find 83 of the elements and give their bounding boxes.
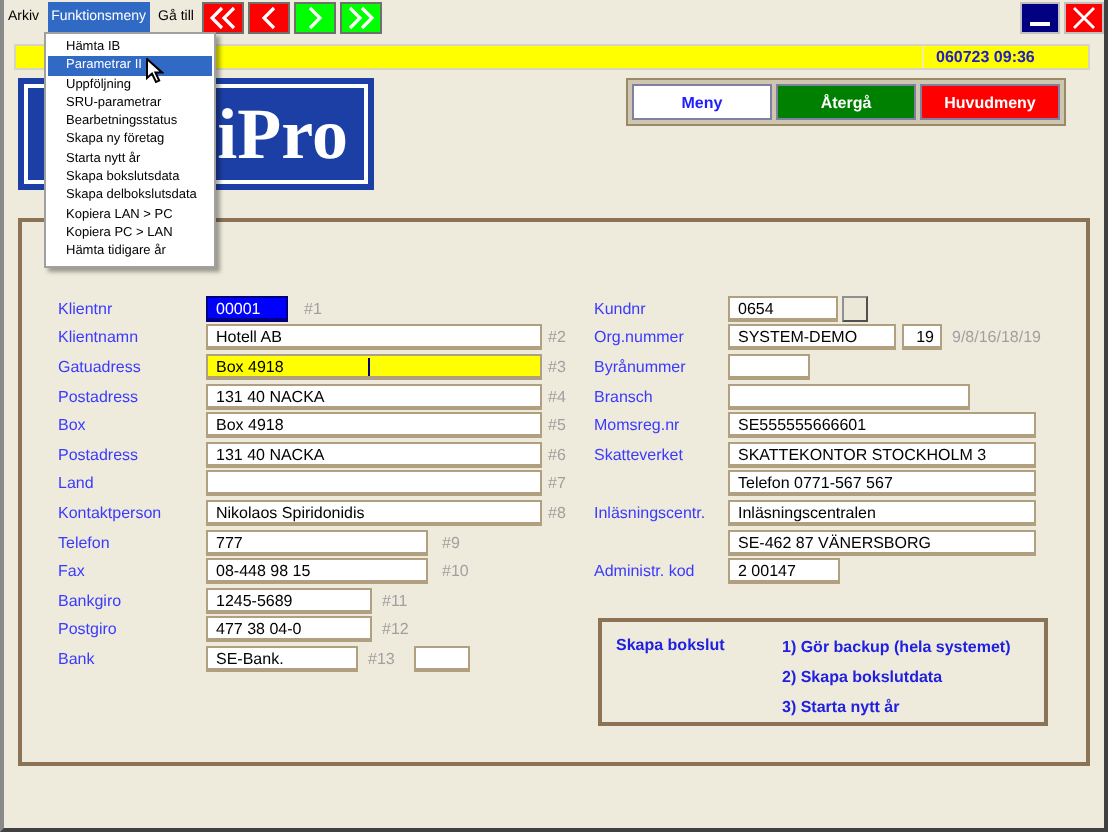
input-field[interactable]: SE-462 87 VÄNERSBORG	[728, 529, 1036, 556]
field-label: Momsreg.nr	[594, 416, 680, 435]
input-field[interactable]: 2 00147	[728, 558, 840, 585]
field-label: Kundnr	[594, 299, 646, 318]
field-label: Skatteverket	[594, 445, 683, 464]
input-field[interactable]: 19	[902, 324, 942, 351]
logo-text: iPro	[217, 94, 348, 174]
field-number: #1	[304, 299, 322, 318]
close-icon	[1072, 5, 1096, 29]
field-label: Administr. kod	[594, 562, 695, 581]
input-field[interactable]	[206, 470, 542, 497]
input-field[interactable]: Telefon 0771-567 567	[728, 470, 1036, 497]
field-label: Byrånummer	[594, 357, 686, 376]
close-button[interactable]	[1064, 1, 1104, 33]
field-label: Klientnamn	[58, 328, 141, 347]
minimize-button[interactable]	[1020, 1, 1060, 33]
input-field[interactable]: 777	[206, 529, 428, 556]
field-number: #10	[442, 562, 469, 581]
field-label: Gatuadress	[58, 357, 143, 376]
action-button[interactable]: Huvudmeny	[920, 84, 1060, 120]
input-field[interactable]: Hotell AB	[206, 324, 542, 351]
field-label: Postadress	[58, 387, 141, 406]
input-field[interactable]: Inläsningscentralen	[728, 499, 1036, 526]
cursor-icon	[146, 58, 164, 84]
field-label: Inläsningscentr.	[594, 503, 706, 522]
lookup-button[interactable]	[842, 295, 868, 322]
input-field[interactable]: Box 4918	[206, 412, 542, 439]
nav-button[interactable]	[339, 1, 382, 33]
input-field[interactable]: SYSTEM-DEMO	[728, 324, 896, 351]
step-text: 1) Gör backup (hela systemet)	[782, 635, 1011, 658]
field-label: Bank	[58, 649, 97, 668]
date-time: 060723 09:36	[922, 46, 1088, 68]
hint-text: 9/8/16/18/19	[952, 328, 1041, 347]
field-number: #9	[442, 533, 460, 552]
field-number: #5	[548, 416, 566, 435]
field-number: #11	[382, 591, 408, 610]
minimize-icon	[1030, 21, 1050, 25]
field-label: Postadress	[58, 445, 141, 464]
field-number: #12	[382, 620, 409, 639]
field-number: #7	[548, 474, 566, 493]
action-button[interactable]: Återgå	[776, 84, 916, 120]
field-label: Land	[58, 474, 96, 493]
action-button[interactable]: Meny	[632, 84, 772, 120]
input-field[interactable]: 477 38 04-0	[206, 616, 372, 643]
chevron-icon	[347, 5, 374, 29]
input-field[interactable]: SKATTEKONTOR STOCKHOLM 3	[728, 441, 1036, 468]
nav-button[interactable]	[293, 1, 336, 33]
input-field[interactable]: 08-448 98 15	[206, 558, 428, 585]
input-field[interactable]: Nikolaos Spiridonidis	[206, 499, 542, 526]
field-number: #13	[368, 649, 395, 668]
input-field[interactable]: 131 40 NACKA	[206, 441, 542, 468]
step-text: 2) Skapa bokslutdata	[782, 665, 945, 688]
input-field[interactable]	[414, 645, 471, 672]
field-label: Klientnr	[58, 299, 115, 318]
step-text: 3) Starta nytt år	[782, 695, 902, 718]
field-label: Telefon	[58, 533, 112, 552]
nav-button[interactable]	[201, 1, 244, 33]
field-label: Postgiro	[58, 620, 119, 639]
field-label: Org.nummer	[594, 328, 684, 347]
field-number: #2	[548, 328, 566, 347]
input-field[interactable]	[728, 383, 970, 410]
input-field[interactable]: 131 40 NACKA	[206, 383, 542, 410]
box-title: Skapa bokslut	[616, 635, 727, 654]
input-field[interactable]: SE555555666601	[728, 412, 1036, 439]
input-field[interactable]: 00001	[206, 295, 288, 322]
field-label: Kontaktperson	[58, 503, 164, 522]
chevron-icon	[209, 5, 236, 29]
nav-button[interactable]	[247, 1, 290, 33]
chevron-icon	[307, 5, 322, 29]
field-label: Bransch	[594, 387, 653, 406]
field-number: #3	[548, 357, 566, 376]
input-field[interactable]: Box 4918	[206, 353, 542, 380]
field-label: Box	[58, 416, 88, 435]
input-field[interactable]: 1245-5689	[206, 587, 372, 614]
field-number: #8	[548, 503, 566, 522]
field-label: Fax	[58, 562, 87, 581]
input-field[interactable]	[728, 353, 810, 380]
field-number: #4	[548, 387, 566, 406]
chevron-icon	[261, 5, 276, 29]
input-field[interactable]: 0654	[728, 295, 838, 322]
field-number: #6	[548, 445, 566, 464]
field-label: Bankgiro	[58, 591, 124, 610]
input-field[interactable]: SE-Bank.	[206, 645, 358, 672]
